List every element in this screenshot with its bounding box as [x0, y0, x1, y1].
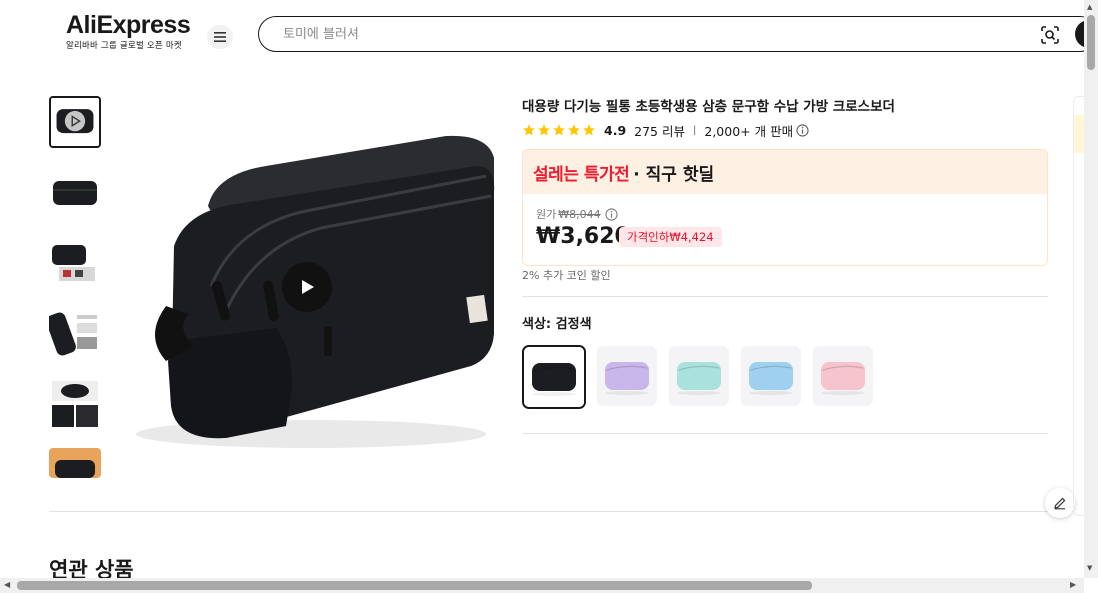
thumbnail[interactable]	[49, 307, 101, 359]
scroll-up-icon[interactable]: ▲	[1087, 3, 1092, 11]
color-swatch-blue[interactable]	[741, 346, 801, 406]
edit-button[interactable]	[1045, 488, 1075, 518]
deal-price-box: 설레는 특가전 · 직구 핫딜 원가 ₩8,044 ₩3,620 가격인하₩4,…	[522, 149, 1048, 266]
pencil-icon	[1054, 497, 1066, 510]
sale-price: ₩3,620	[536, 224, 630, 249]
thumbnail-image	[49, 448, 101, 478]
vertical-scrollbar[interactable]: ▲ ▼	[1084, 0, 1098, 578]
separator: |	[693, 124, 697, 136]
horizontal-scrollbar[interactable]: ◀ ▶	[0, 578, 1084, 593]
menu-button[interactable]	[207, 25, 233, 49]
search-input[interactable]	[281, 23, 981, 45]
review-count[interactable]: 275 리뷰	[634, 121, 685, 140]
color-swatch-mint[interactable]	[669, 346, 729, 406]
thumbnail-image	[49, 307, 101, 359]
thumbnail-image	[51, 98, 99, 146]
deal-banner: 설레는 특가전 · 직구 핫딜	[523, 150, 1047, 194]
star-icon	[553, 124, 565, 136]
scroll-right-icon[interactable]: ▶	[1070, 580, 1076, 589]
thumbnail-video[interactable]	[49, 96, 101, 148]
hamburger-icon	[214, 32, 226, 42]
thumbnail[interactable]	[49, 378, 101, 430]
thumbnail-image	[49, 167, 101, 219]
thumbnail[interactable]	[49, 237, 101, 289]
original-price-row: 원가 ₩8,044	[536, 206, 618, 222]
logo-text: AliExpress	[66, 11, 191, 39]
coin-discount-note: 2% 추가 코인 할인	[522, 269, 611, 282]
thumbnail-image	[49, 237, 101, 289]
star-icon	[523, 124, 535, 136]
color-swatch-purple[interactable]	[597, 346, 657, 406]
video-play-button[interactable]	[282, 262, 332, 312]
divider	[522, 433, 1048, 434]
scroll-thumb[interactable]	[17, 581, 812, 590]
thumbnail[interactable]	[49, 167, 101, 219]
scroll-down-icon[interactable]: ▼	[1087, 564, 1092, 572]
thumbnail[interactable]	[49, 448, 101, 478]
logo-subtitle: 알리바바 그룹 글로벌 오픈 마켓	[66, 41, 182, 51]
swatch-image	[669, 346, 729, 406]
info-icon[interactable]	[605, 207, 618, 221]
scroll-left-icon[interactable]: ◀	[4, 580, 10, 589]
sold-count: 2,000+ 개 판매	[704, 123, 794, 139]
color-swatch-pink[interactable]	[813, 346, 873, 406]
divider	[49, 511, 1073, 512]
rating-value: 4.9	[604, 122, 627, 138]
swatch-image	[524, 347, 584, 407]
rating-row: 4.9 275 리뷰 | 2,000+ 개 판매	[522, 121, 809, 139]
color-swatch-black[interactable]	[522, 345, 586, 409]
side-panel-edge	[1073, 96, 1085, 516]
swatch-image	[813, 346, 873, 406]
scroll-thumb[interactable]	[1087, 15, 1095, 70]
swatch-image	[597, 346, 657, 406]
aliexpress-logo[interactable]: AliExpress 알리바바 그룹 글로벌 오픈 마켓	[66, 11, 191, 51]
info-icon[interactable]	[796, 123, 809, 137]
rating-stars	[522, 123, 596, 137]
deal-suffix: · 직구 핫딜	[633, 164, 715, 185]
color-label: 색상: 검정색	[522, 317, 592, 332]
star-icon	[583, 124, 595, 136]
original-price-label: 원가	[536, 208, 557, 221]
image-search-icon[interactable]	[1041, 26, 1059, 44]
star-icon	[538, 124, 550, 136]
divider	[522, 296, 1048, 297]
product-title: 대용량 다기능 필통 초등학생용 삼층 문구함 수납 가방 크로스보더	[522, 99, 895, 115]
original-price: ₩8,044	[558, 207, 601, 221]
search-bar	[258, 16, 1098, 52]
play-icon	[302, 280, 314, 294]
swatch-image	[741, 346, 801, 406]
star-icon	[568, 124, 580, 136]
discount-badge: 가격인하₩4,424	[619, 227, 722, 247]
thumbnail-image	[49, 378, 101, 430]
deal-highlight: 설레는 특가전	[533, 164, 630, 185]
